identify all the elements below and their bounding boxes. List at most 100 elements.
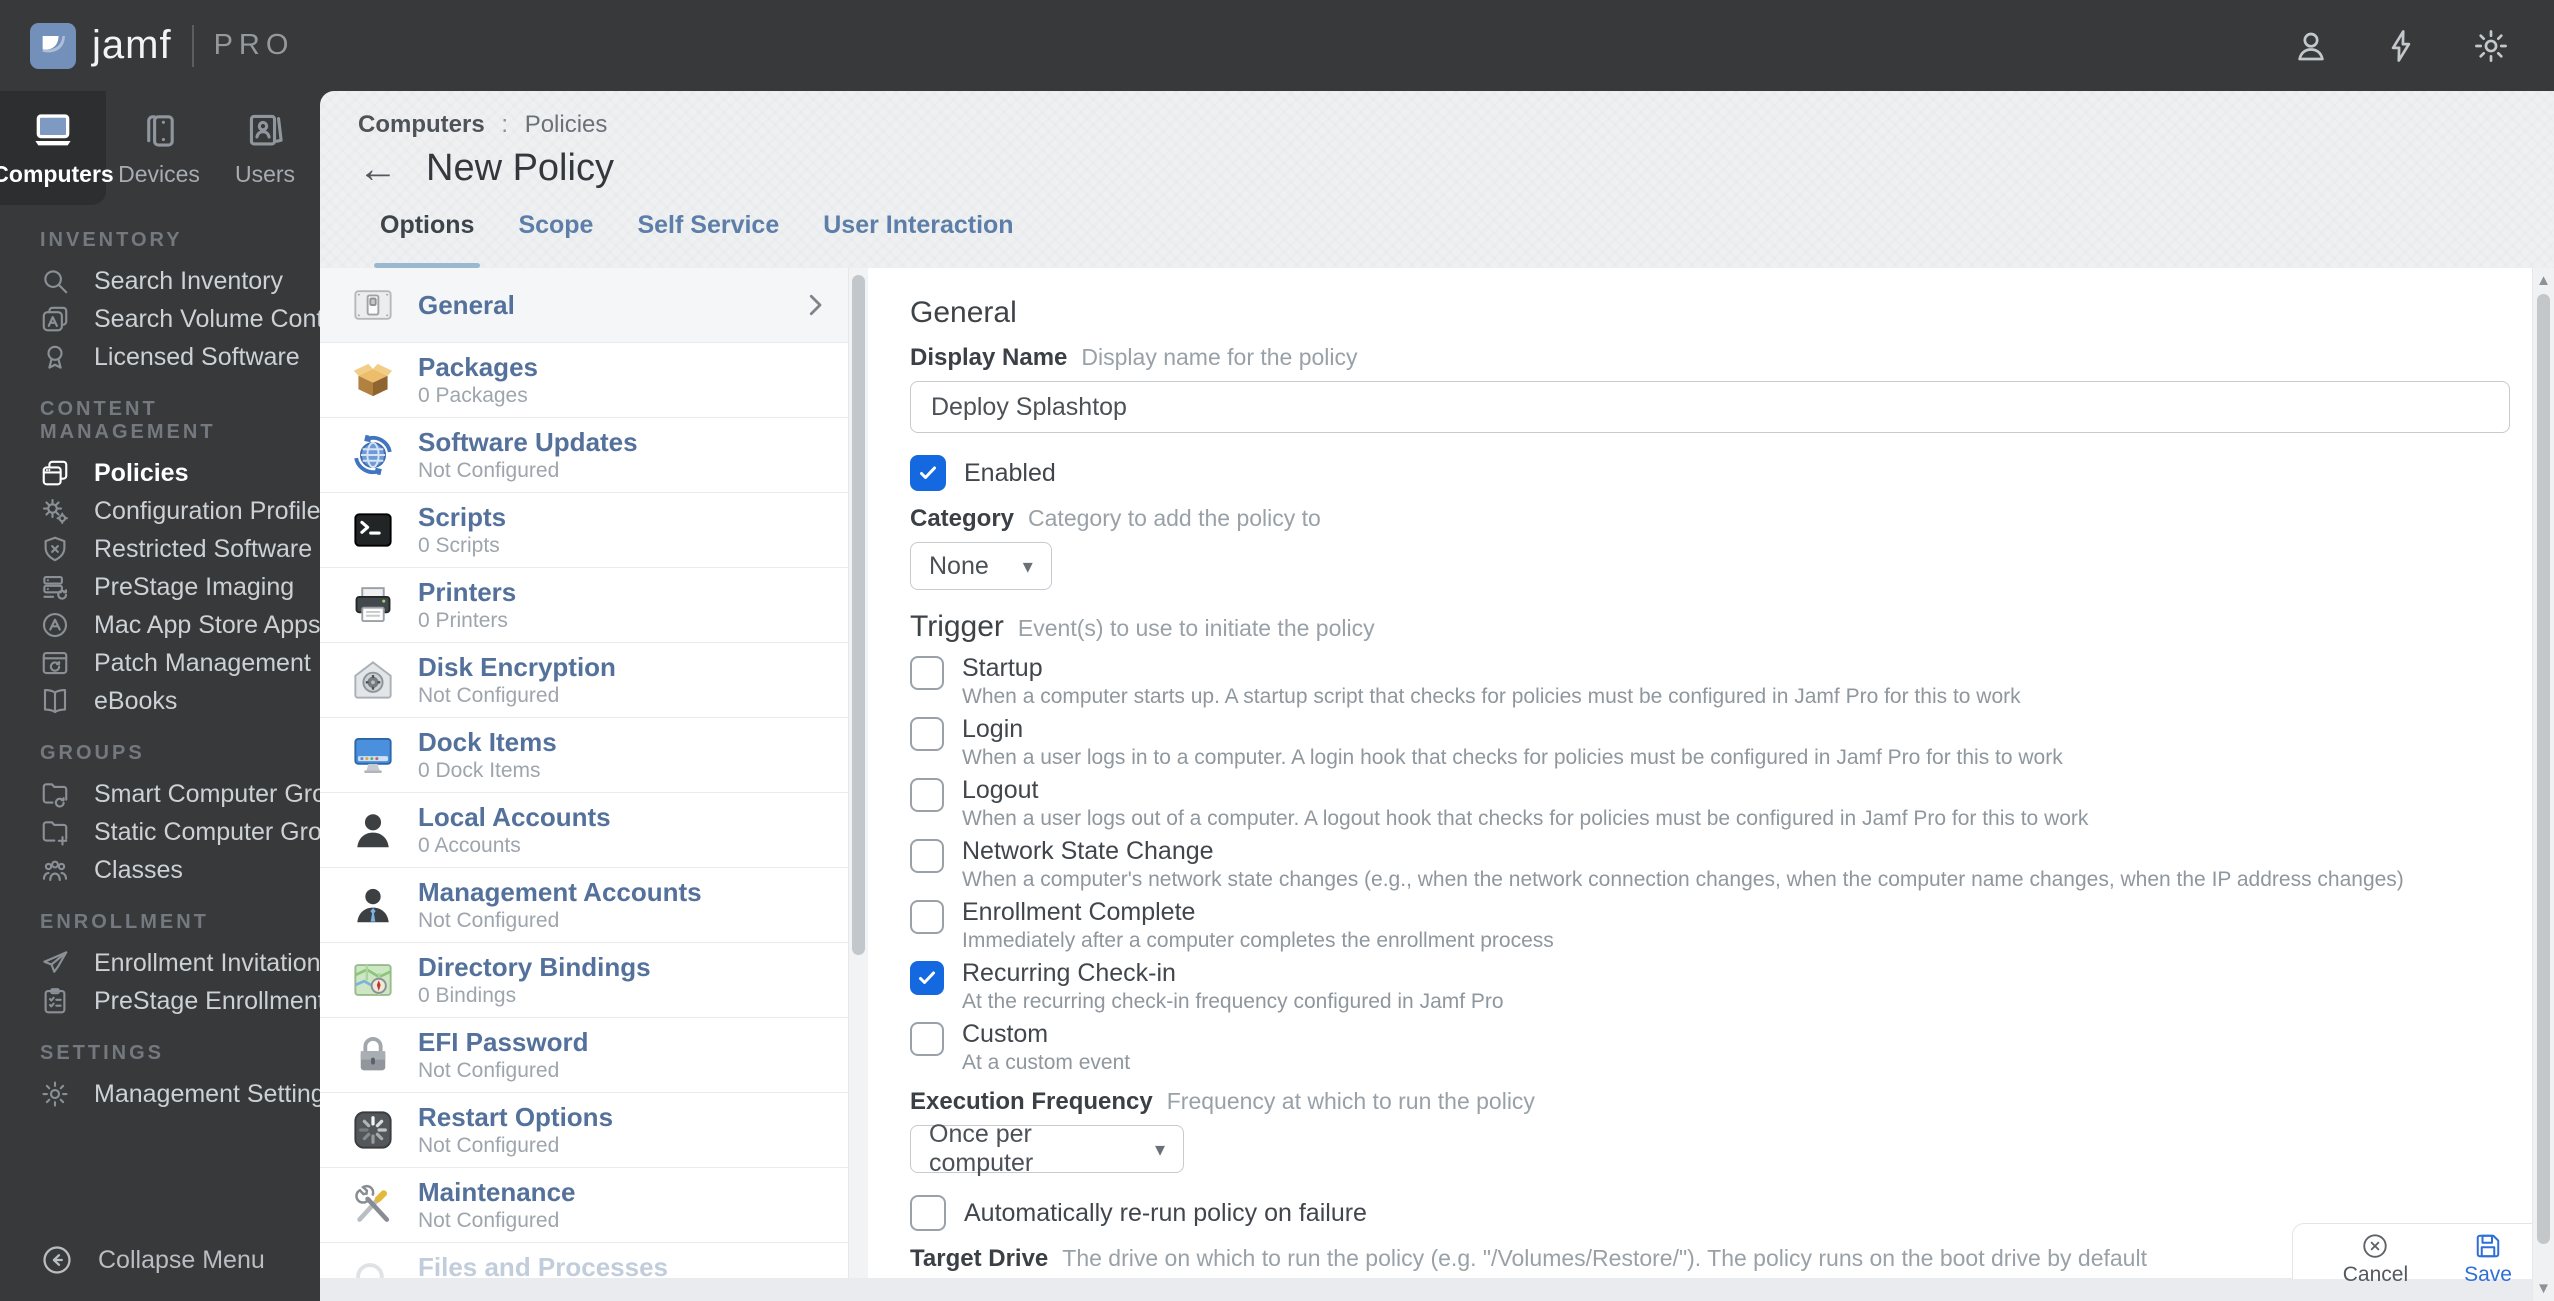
tab-self-service[interactable]: Self Service	[615, 205, 801, 268]
scroll-up-icon[interactable]: ▲	[2533, 273, 2554, 288]
settings-item-text: Disk Encryption Not Configured	[418, 652, 616, 708]
settings-item-scripts[interactable]: Scripts 0 Scripts	[320, 493, 848, 568]
trigger-network-state-change-checkbox[interactable]	[910, 839, 944, 873]
sidebar-item-policies[interactable]: Policies	[0, 454, 320, 492]
settings-item-local-accounts[interactable]: Local Accounts 0 Accounts	[320, 793, 848, 868]
sidebar-item-label: Licensed Software	[94, 342, 300, 371]
sidebar-item-label: Configuration Profiles	[94, 496, 334, 525]
tab-user-interaction[interactable]: User Interaction	[801, 205, 1035, 268]
sidebar-item-enrollment-invitations[interactable]: Enrollment Invitations	[0, 944, 333, 982]
sidebar-item-smart-computer-groups[interactable]: Smart Computer Groups	[0, 775, 366, 813]
device-tab-users[interactable]: Users	[212, 91, 318, 205]
topbar: jamf PRO	[0, 0, 2554, 91]
main-scrollbar-thumb[interactable]	[2537, 294, 2550, 1244]
sidebar-item-licensed-software[interactable]: Licensed Software	[0, 338, 320, 376]
restricted-icon	[40, 534, 70, 564]
patch-icon	[40, 648, 70, 678]
settings-item-software-updates[interactable]: Software Updates Not Configured	[320, 418, 848, 493]
settings-item-management-accounts[interactable]: Management Accounts Not Configured	[320, 868, 848, 943]
trigger-event-text: Custom At a custom event	[962, 1019, 1130, 1075]
cancel-button[interactable]: Cancel	[2343, 1231, 2408, 1287]
device-tab-devices[interactable]: Devices	[106, 91, 212, 205]
brand-suffix: PRO	[213, 29, 295, 61]
policies-icon	[40, 458, 70, 488]
trigger-event-label: Startup	[962, 654, 1043, 682]
trigger-helper: Event(s) to use to initiate the policy	[1017, 615, 1375, 641]
brand-divider	[191, 24, 194, 67]
settings-item-text: Scripts 0 Scripts	[418, 502, 506, 558]
settings-item-maintenance[interactable]: Maintenance Not Configured	[320, 1168, 848, 1243]
trigger-event-desc: Immediately after a computer completes t…	[962, 929, 1554, 952]
trigger-label: Trigger	[910, 610, 1004, 643]
tab-scope[interactable]: Scope	[496, 205, 615, 268]
sidebar-item-prestage-imaging[interactable]: PreStage Imaging	[0, 568, 320, 606]
jamf-pro-logo[interactable]: jamf PRO	[30, 22, 295, 69]
bolt-icon[interactable]	[2382, 27, 2420, 65]
trigger-logout-checkbox[interactable]	[910, 778, 944, 812]
sidebar-item-configuration-profiles[interactable]: Configuration Profiles	[0, 492, 333, 530]
settings-item-title: Disk Encryption	[418, 652, 616, 682]
enabled-checkbox[interactable]	[910, 455, 946, 491]
sidebar-item-management-settings[interactable]: Management Settings	[0, 1075, 337, 1113]
trigger-event-desc: When a user logs in to a computer. A log…	[962, 746, 2063, 769]
settings-item-text: Software Updates Not Configured	[418, 427, 638, 483]
settings-item-directory-bindings[interactable]: Directory Bindings 0 Bindings	[320, 943, 848, 1018]
display-name-input[interactable]	[910, 381, 2510, 433]
scroll-down-icon[interactable]: ▼	[2533, 1281, 2554, 1296]
sidebar-item-prestage-enrollments[interactable]: PreStage Enrollments	[0, 982, 337, 1020]
settings-list-scrollbar[interactable]	[848, 268, 868, 1301]
breadcrumb-computers[interactable]: Computers	[358, 111, 485, 138]
sidebar-item-search-inventory[interactable]: Search Inventory	[0, 262, 320, 300]
trigger-event-text: Recurring Check-in At the recurring check…	[962, 958, 1504, 1014]
trigger-event-text: Network State Change When a computer's ne…	[962, 836, 2404, 892]
trigger-startup-checkbox[interactable]	[910, 656, 944, 690]
device-tab-computers[interactable]: Computers	[0, 91, 114, 205]
nav-section-content-management: CONTENT MANAGEMENT Policies Configuration …	[0, 398, 333, 720]
sidebar-item-patch-management[interactable]: Patch Management	[0, 644, 320, 682]
sidebar-item-ebooks[interactable]: eBooks	[0, 682, 320, 720]
collapse-menu-button[interactable]: Collapse Menu	[40, 1243, 265, 1277]
trigger-login-checkbox[interactable]	[910, 717, 944, 751]
trigger-recurring-check-in-checkbox[interactable]	[910, 961, 944, 995]
category-select[interactable]: None ▾	[910, 542, 1052, 590]
sidebar-item-label: Management Settings	[94, 1079, 338, 1108]
trigger-custom-checkbox[interactable]	[910, 1022, 944, 1056]
settings-item-text: Dock Items 0 Dock Items	[418, 727, 557, 783]
back-arrow-icon[interactable]: ←	[358, 149, 398, 189]
save-label: Save	[2464, 1263, 2512, 1286]
rerun-on-failure-checkbox[interactable]	[910, 1195, 946, 1231]
settings-item-general[interactable]: General	[320, 268, 848, 343]
gear-icon[interactable]	[2472, 27, 2510, 65]
tab-options[interactable]: Options	[358, 205, 496, 268]
sidebar-item-restricted-software[interactable]: Restricted Software	[0, 530, 320, 568]
settings-item-restart-options[interactable]: Restart Options Not Configured	[320, 1093, 848, 1168]
settings-item-printers[interactable]: Printers 0 Printers	[320, 568, 848, 643]
settings-item-packages[interactable]: Packages 0 Packages	[320, 343, 848, 418]
sidebar-item-label: Search Inventory	[94, 266, 283, 295]
sidebar-item-label: Enrollment Invitations	[94, 948, 334, 977]
sidebar-item-search-volume-content[interactable]: Search Volume Content	[0, 300, 358, 338]
content-panel: General Packages 0 Packages Software Update…	[320, 268, 2554, 1301]
sidebar-item-static-computer-groups[interactable]: Static Computer Groups	[0, 813, 362, 851]
settings-item-dock-items[interactable]: Dock Items 0 Dock Items	[320, 718, 848, 793]
settings-item-efi-password[interactable]: EFI Password Not Configured	[320, 1018, 848, 1093]
device-tab-label: Computers	[0, 161, 114, 187]
execution-frequency-select[interactable]: Once per computer ▾	[910, 1120, 1184, 1177]
settings-list-scrollbar-thumb[interactable]	[852, 275, 865, 955]
settings-item-disk-encryption[interactable]: Disk Encryption Not Configured	[320, 643, 848, 718]
settings-item-title: General	[418, 290, 515, 320]
tab-bar: Options Scope Self Service User Interaction	[320, 205, 2554, 268]
breadcrumb-separator: :	[501, 111, 509, 138]
sidebar-item-classes[interactable]: Classes	[0, 851, 320, 889]
settings-item-text: EFI Password Not Configured	[418, 1027, 589, 1083]
save-button[interactable]: Save	[2464, 1231, 2512, 1287]
nav-section-title: SETTINGS	[40, 1042, 165, 1064]
trigger-event-desc: When a computer's network state changes …	[962, 868, 2404, 891]
settings-item-text: Directory Bindings 0 Bindings	[418, 952, 651, 1008]
nav-section-title: ENROLLMENT	[40, 911, 209, 933]
main-scrollbar[interactable]: ▲ ▼	[2532, 268, 2554, 1301]
account-icon[interactable]	[2292, 27, 2330, 65]
breadcrumb-policies[interactable]: Policies	[525, 111, 608, 138]
trigger-enrollment-complete-checkbox[interactable]	[910, 900, 944, 934]
sidebar-item-mac-app-store-apps[interactable]: Mac App Store Apps	[0, 606, 321, 644]
